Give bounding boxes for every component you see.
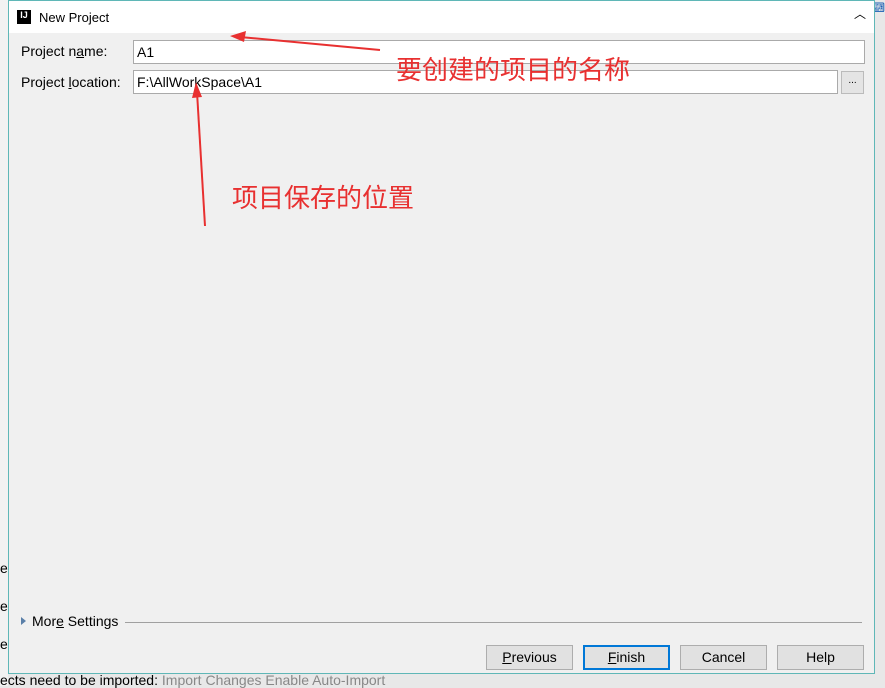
arrow-to-location [196,91,206,227]
annotation-location: 项目保存的位置 [232,183,415,213]
arrowhead-name [230,31,246,42]
annotation-arrows [192,31,381,227]
arrow-to-name [239,36,381,51]
annotation-name: 要创建的项目的名称 [396,55,631,85]
arrowhead-location [192,82,202,98]
